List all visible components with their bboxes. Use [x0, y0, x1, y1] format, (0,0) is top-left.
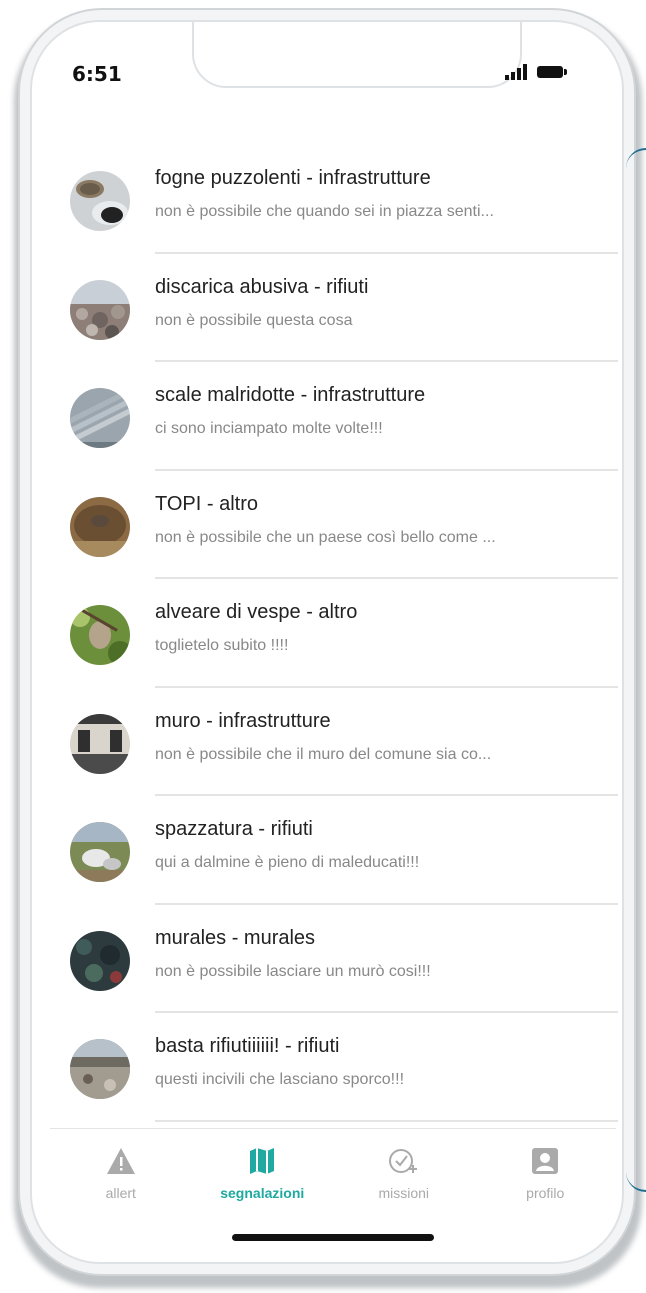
- report-description: non è possibile che il muro del comune s…: [155, 745, 492, 763]
- tab-missioni[interactable]: missioni: [339, 1129, 469, 1229]
- report-description: non è possibile lasciare un murò cosi!!!: [155, 962, 431, 980]
- list-item[interactable]: spazzatura - rifiuti qui a dalmine è pie…: [58, 796, 618, 905]
- divider: [155, 1119, 618, 1122]
- map-icon: [250, 1148, 275, 1174]
- report-title: TOPI - altro: [155, 492, 258, 515]
- tab-segnalazioni[interactable]: segnalazioni: [197, 1129, 327, 1229]
- list-item[interactable]: fogne puzzolenti - infrastrutture non è …: [58, 145, 618, 254]
- tab-profilo[interactable]: profilo: [480, 1129, 610, 1229]
- report-description: non è possibile che quando sei in piazza…: [155, 203, 494, 220]
- list-item[interactable]: discarica abusiva - rifiuti non è possib…: [58, 254, 618, 362]
- wall-thumbnail: [70, 713, 130, 774]
- check-plus-icon: [388, 1149, 417, 1173]
- report-title: spazzatura - rifiuti: [155, 818, 313, 840]
- list-item[interactable]: basta rifiutiiiiii! - rifiuti questi inc…: [58, 1013, 618, 1122]
- stairs-thumbnail: [70, 388, 130, 448]
- tab-label: allert: [105, 1185, 136, 1201]
- warning-icon: [106, 1148, 135, 1174]
- bottom-tab-bar: allert segnalazioni missioni profilo: [50, 1128, 616, 1229]
- profile-icon: [532, 1148, 559, 1174]
- report-title: scale malridotte - infrastrutture: [155, 384, 426, 406]
- report-title: muro - infrastrutture: [155, 709, 331, 732]
- tab-label: segnalazioni: [220, 1185, 305, 1201]
- report-description: toglietelo subito !!!!: [155, 637, 289, 654]
- mural-thumbnail: [70, 930, 130, 991]
- status-icons: [505, 64, 567, 80]
- report-title: alveare di vespe - altro: [155, 601, 358, 623]
- trash-thumbnail: [70, 822, 130, 882]
- list-item[interactable]: alveare di vespe - altro toglietelo subi…: [58, 579, 618, 688]
- home-indicator[interactable]: [232, 1234, 434, 1241]
- report-title: basta rifiutiiiiii! - rifiuti: [155, 1035, 340, 1057]
- report-list: fogne puzzolenti - infrastrutture non è …: [58, 145, 618, 1122]
- garbage-thumbnail: [70, 1039, 130, 1099]
- sewer-thumbnail: [70, 171, 130, 231]
- status-time: 6:51: [72, 62, 122, 86]
- signal-icon: [505, 64, 527, 80]
- report-description: non è possibile che un paese così bello …: [155, 528, 496, 546]
- report-description: ci sono inciampato molte volte!!!: [155, 420, 383, 437]
- list-item[interactable]: scale malridotte - infrastrutture ci son…: [58, 362, 618, 471]
- report-description: qui a dalmine è pieno di maleducati!!!: [155, 854, 420, 871]
- list-item[interactable]: muro - infrastrutture non è possibile ch…: [58, 688, 618, 796]
- list-item[interactable]: murales - murales non è possibile lascia…: [58, 905, 618, 1013]
- dump-thumbnail: [70, 279, 130, 340]
- notch: [192, 22, 522, 88]
- report-title: fogne puzzolenti - infrastrutture: [155, 167, 431, 189]
- report-title: murales - murales: [155, 926, 316, 949]
- tab-label: missioni: [378, 1185, 430, 1201]
- battery-icon: [537, 66, 567, 78]
- report-description: non è possibile questa cosa: [155, 311, 353, 329]
- tab-allert[interactable]: allert: [56, 1129, 186, 1229]
- report-description: questi incivili che lasciano sporco!!!: [155, 1071, 405, 1088]
- rat-thumbnail: [70, 496, 130, 557]
- report-title: discarica abusiva - rifiuti: [155, 275, 369, 298]
- wasp-nest-thumbnail: [70, 605, 130, 665]
- tab-label: profilo: [526, 1185, 565, 1201]
- list-item[interactable]: TOPI - altro non è possibile che un paes…: [58, 471, 618, 579]
